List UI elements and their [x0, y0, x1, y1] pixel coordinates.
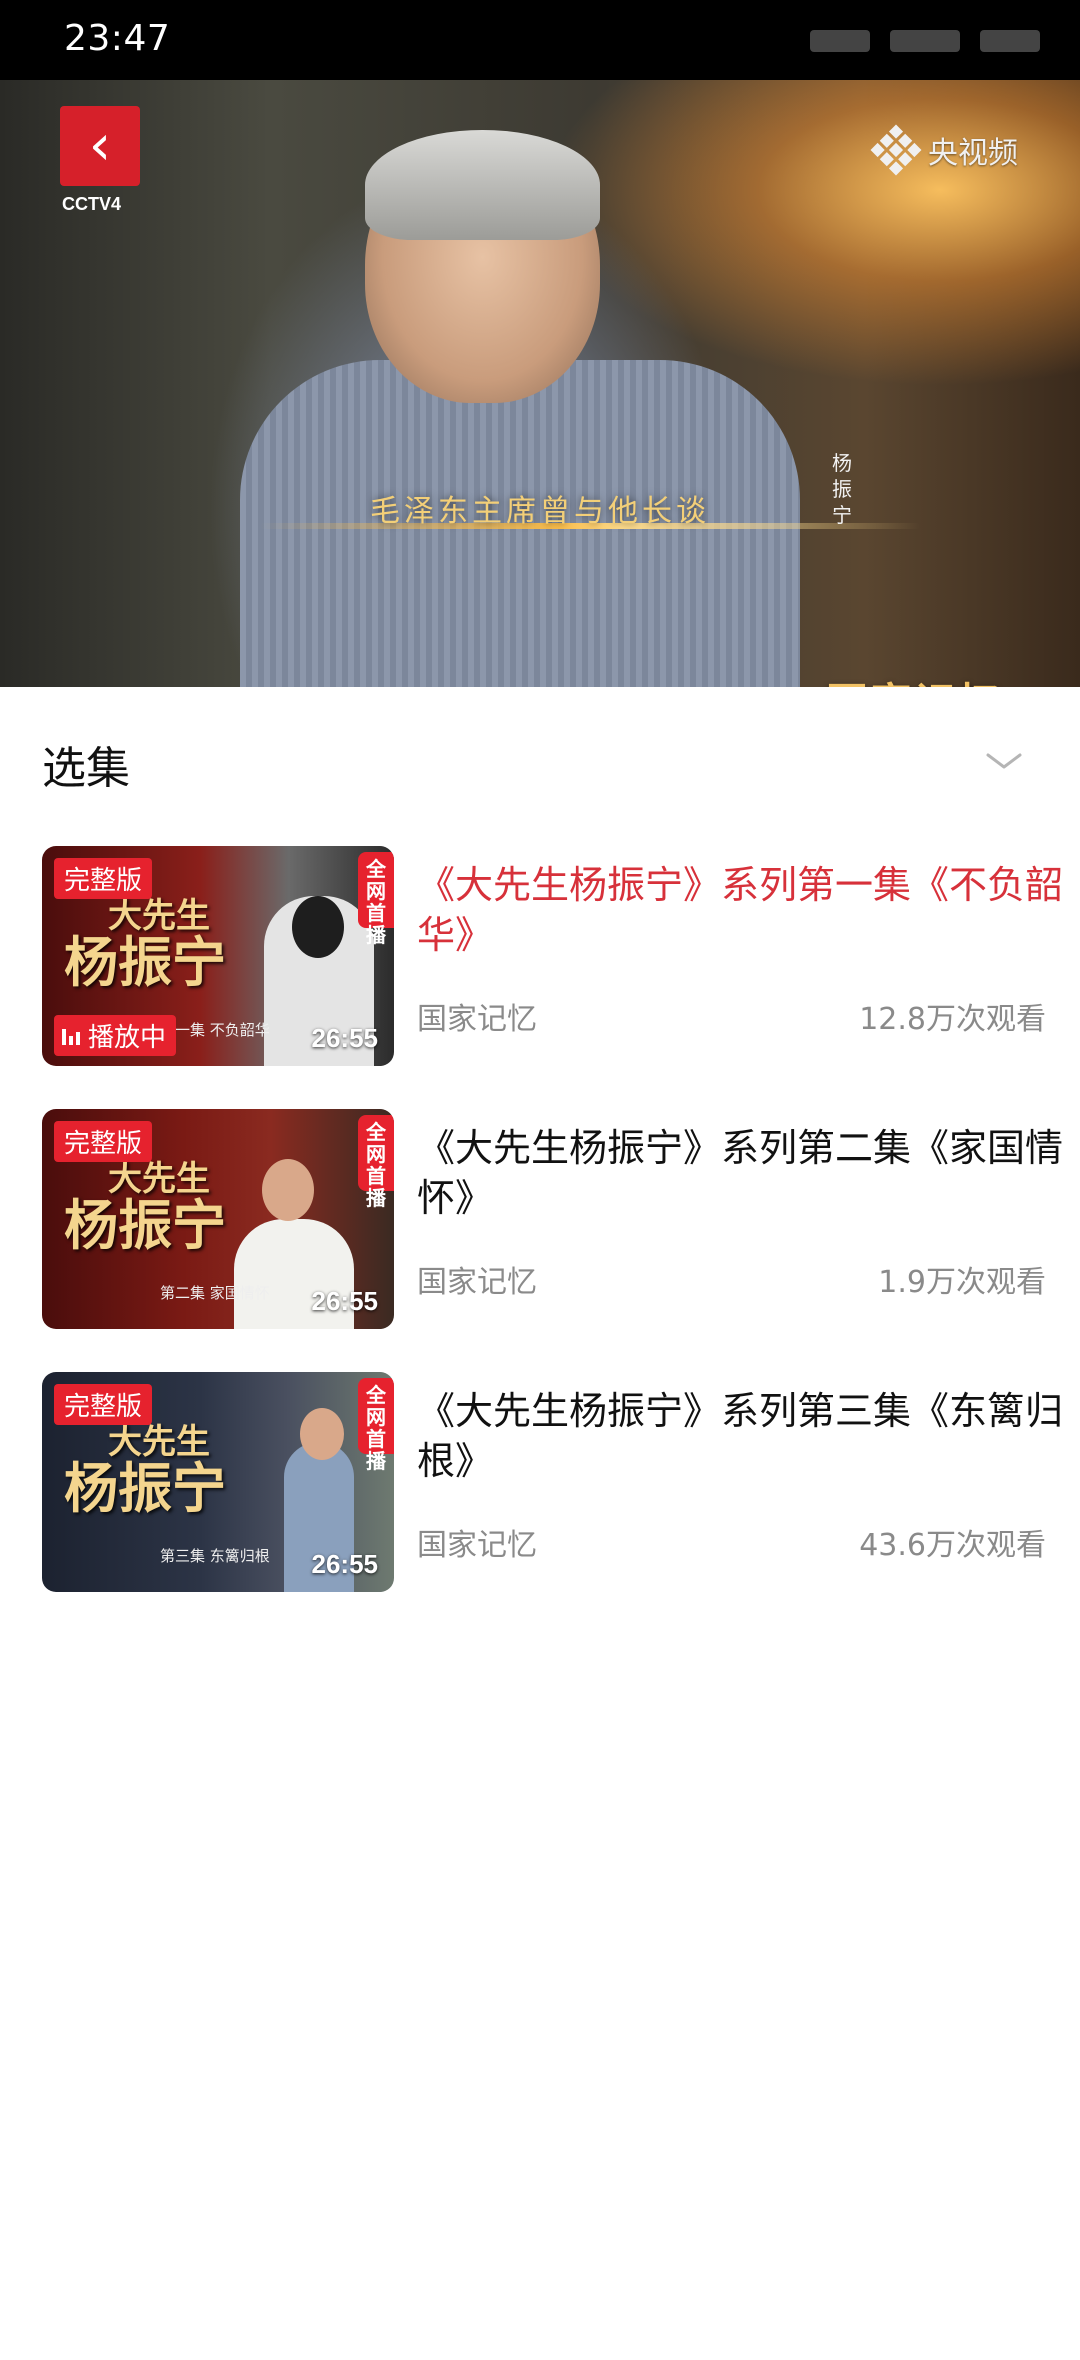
status-icons: [810, 30, 1040, 52]
duration: 26:55: [311, 1023, 379, 1053]
episode-source: 国家记忆: [417, 1265, 537, 1300]
full-version-badge: 完整版: [54, 858, 153, 899]
duration: 26:55: [311, 1286, 379, 1316]
episode-source: 国家记忆: [417, 1002, 537, 1037]
status-bar: 23:47: [0, 0, 1080, 80]
episode-views: 12.8万次观看: [859, 1002, 1046, 1037]
equalizer-icon: [62, 1027, 80, 1045]
episode-title[interactable]: 《大先生杨振宁》系列第二集《家国情怀》: [417, 1123, 1080, 1223]
episode-thumbnail[interactable]: 大先生 杨振宁 第一集 不负韶华 完整版 全网首播 播放中 26:55: [42, 846, 394, 1066]
episode-title[interactable]: 《大先生杨振宁》系列第三集《东篱归根》: [417, 1386, 1080, 1486]
back-button[interactable]: ‹: [60, 106, 140, 186]
chevron-down-icon[interactable]: [984, 742, 1024, 782]
channel-label: CCTV4: [62, 194, 122, 214]
premiere-badge: 全网首播: [358, 1115, 394, 1209]
episode-source: 国家记忆: [417, 1528, 537, 1563]
premiere-badge: 全网首播: [358, 852, 394, 946]
episode-thumbnail[interactable]: 大先生 杨振宁 第二集 家国情怀 完整版 全网首播 26:55: [42, 1109, 394, 1329]
episode-thumbnail[interactable]: 大先生 杨振宁 第三集 东篱归根 完整版 全网首播 26:55: [42, 1372, 394, 1592]
episode-views: 43.6万次观看: [859, 1528, 1046, 1563]
status-time: 23:47: [64, 18, 171, 59]
episode-title[interactable]: 《大先生杨振宁》系列第一集《不负韶华》: [417, 860, 1080, 960]
full-version-badge: 完整版: [54, 1121, 153, 1162]
duration: 26:55: [311, 1549, 379, 1579]
episode-views: 1.9万次观看: [878, 1265, 1046, 1300]
episode-item-3[interactable]: 大先生 杨振宁 第三集 东篱归根 完整版 全网首播 26:55 《大先生杨振宁》…: [42, 1372, 1063, 1592]
program-logo: 国家记忆: [826, 670, 1002, 687]
full-version-badge: 完整版: [54, 1384, 153, 1425]
episode-item-1[interactable]: 大先生 杨振宁 第一集 不负韶华 完整版 全网首播 播放中 26:55 《大先生…: [42, 846, 1063, 1066]
episode-item-2[interactable]: 大先生 杨振宁 第二集 家国情怀 完整版 全网首播 26:55 《大先生杨振宁》…: [42, 1109, 1063, 1329]
premiere-badge: 全网首播: [358, 1378, 394, 1472]
back-chevron-icon: ‹: [88, 113, 112, 178]
watermark: 央视频: [870, 124, 1018, 176]
now-playing-badge: 播放中: [54, 1015, 177, 1056]
video-subtitle: 毛泽东主席曾与他长谈: [370, 494, 710, 529]
section-title: 选集: [42, 743, 130, 794]
watermark-label: 央视频: [928, 136, 1018, 171]
yangshipin-logo-icon: [870, 124, 922, 176]
